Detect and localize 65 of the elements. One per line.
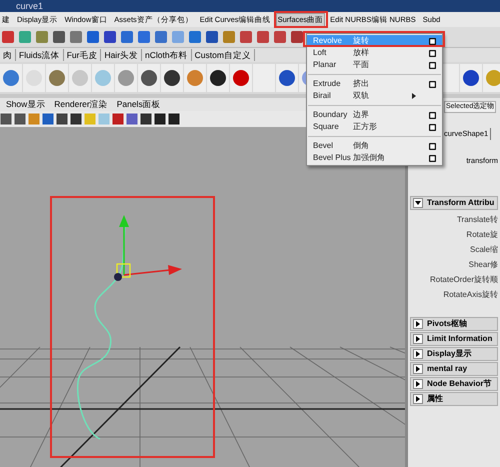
tool-icon[interactable] [52,30,66,44]
tool-icon[interactable] [222,30,236,44]
menu-option[interactable]: Birail 双轨 [307,90,442,102]
option-box-icon[interactable] [429,124,436,130]
annotation-highlight [274,11,328,28]
tool-icon[interactable] [154,30,168,44]
view-tool-icon[interactable] [168,113,180,125]
attribute-section-header[interactable]: Node Behavior节 [410,377,498,391]
tool-icon[interactable] [137,30,151,44]
shelf-tab[interactable]: Custom自定义 [192,49,255,61]
view-tool-icon[interactable] [56,113,68,125]
option-box-icon[interactable] [429,142,436,150]
option-box-icon[interactable] [429,38,436,44]
view-tool-icon[interactable] [14,113,26,125]
attribute-label: RotateAxis旋转 [443,289,498,301]
attribute-section-header[interactable]: Display显示 [410,347,498,361]
tool-icon[interactable] [239,30,253,44]
menu-option[interactable]: Bevel Plus 加强倒角 [307,152,442,164]
attribute-label: RotateOrder旋转顺 [430,274,498,286]
tool-icon[interactable] [86,30,100,44]
view-tool-icon[interactable] [154,113,166,125]
option-box-icon[interactable] [429,50,436,56]
menu-option[interactable]: Extrude 挤出 [307,78,442,90]
menu-option[interactable]: Boundary 边界 [307,109,442,121]
option-box-icon[interactable] [429,62,436,68]
view-tool-icon[interactable] [0,113,12,125]
menu-option[interactable]: Planar 平面 [307,59,442,71]
option-box-icon[interactable] [429,112,436,118]
menu-option[interactable]: Loft 放样 [307,47,442,59]
attribute-label: Shear修 [468,259,498,271]
attribute-label: Rotate旋 [466,229,498,241]
attribute-label: Translate转 [456,214,498,226]
menu-option[interactable]: Bevel 倒角 [307,140,442,152]
submenu-arrow-icon [412,93,416,99]
move-manipulator-drawing [114,215,182,281]
tool-icon[interactable] [188,30,202,44]
tool-icon[interactable] [256,30,270,44]
option-box-icon[interactable] [429,154,436,162]
view-tool-icon[interactable] [140,113,152,125]
view-tool-icon[interactable] [70,113,82,125]
shelf-tab[interactable]: nCloth布料 [142,49,192,61]
shelf-tab[interactable]: 肉 [0,49,16,61]
attribute-section-header[interactable]: 属性 [410,392,498,406]
shelf-tab[interactable]: Fluids流体 [16,49,64,61]
tool-icon[interactable] [1,30,15,44]
tool-icon[interactable] [273,30,287,44]
panel-menu-item[interactable]: Panels面板 [116,100,161,109]
tool-icon[interactable] [69,30,83,44]
attribute-section-header[interactable]: Limit Information [410,332,498,346]
attribute-label: Scale缩 [470,244,498,256]
tool-icon[interactable] [205,30,219,44]
panel-menu-item[interactable]: Show显示 [6,100,46,109]
attribute-section-header[interactable]: Pivots枢轴 [410,317,498,331]
tool-icon[interactable] [290,30,304,44]
shelf-tab[interactable]: Fur毛皮 [64,49,102,61]
panel-menu-item[interactable]: Renderer渲染 [54,100,108,109]
tool-icon[interactable] [120,30,134,44]
shelf-tab[interactable]: Hair头发 [101,49,142,61]
menu-option[interactable]: Square 正方形 [307,121,442,133]
option-box-icon[interactable] [429,80,436,88]
window-title: curve1 [16,2,44,10]
attribute-section-header[interactable]: mental ray [410,362,498,376]
tool-icon[interactable] [35,30,49,44]
attribute-section-header[interactable]: Transform Attribu [410,196,498,210]
tool-icon[interactable] [103,30,117,44]
